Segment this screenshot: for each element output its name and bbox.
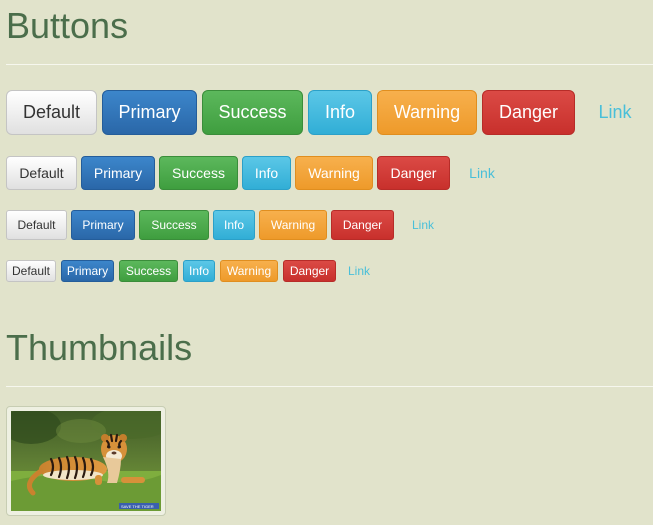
success-button[interactable]: Success: [202, 90, 303, 135]
success-button[interactable]: Success: [139, 210, 209, 240]
warning-button[interactable]: Warning: [220, 260, 278, 282]
thumbnails-heading: Thumbnails: [6, 327, 193, 368]
default-button[interactable]: Default: [6, 156, 77, 190]
danger-button[interactable]: Danger: [283, 260, 336, 282]
info-button[interactable]: Info: [242, 156, 291, 190]
link-button[interactable]: Link: [580, 90, 650, 135]
primary-button[interactable]: Primary: [61, 260, 114, 282]
link-button[interactable]: Link: [454, 156, 510, 190]
section-divider: [6, 386, 653, 387]
info-button[interactable]: Info: [183, 260, 215, 282]
link-button[interactable]: Link: [398, 210, 448, 240]
success-button[interactable]: Success: [119, 260, 178, 282]
danger-button[interactable]: Danger: [377, 156, 450, 190]
primary-button[interactable]: Primary: [71, 210, 135, 240]
image-watermark: SAVE THE TIGER: [121, 504, 154, 509]
default-button[interactable]: Default: [6, 210, 67, 240]
warning-button[interactable]: Warning: [377, 90, 477, 135]
info-button[interactable]: Info: [213, 210, 255, 240]
default-button[interactable]: Default: [6, 260, 56, 282]
primary-button[interactable]: Primary: [102, 90, 197, 135]
primary-button[interactable]: Primary: [81, 156, 155, 190]
buttons-heading: Buttons: [6, 5, 129, 46]
warning-button[interactable]: Warning: [295, 156, 373, 190]
danger-button[interactable]: Danger: [331, 210, 394, 240]
button-row-large: Default Primary Success Info Warning Dan…: [6, 90, 653, 135]
button-row-default: Default Primary Success Info Warning Dan…: [6, 156, 514, 190]
section-divider: [6, 64, 653, 65]
info-button[interactable]: Info: [308, 90, 372, 135]
danger-button[interactable]: Danger: [482, 90, 575, 135]
button-row-small: Default Primary Success Info Warning Dan…: [6, 210, 452, 240]
tiger-image: [11, 411, 161, 511]
button-row-extra-small: Default Primary Success Info Warning Dan…: [6, 260, 382, 282]
tiger-thumbnail[interactable]: SAVE THE TIGER: [6, 406, 166, 516]
success-button[interactable]: Success: [159, 156, 238, 190]
link-button[interactable]: Link: [341, 260, 377, 282]
warning-button[interactable]: Warning: [259, 210, 327, 240]
default-button[interactable]: Default: [6, 90, 97, 135]
